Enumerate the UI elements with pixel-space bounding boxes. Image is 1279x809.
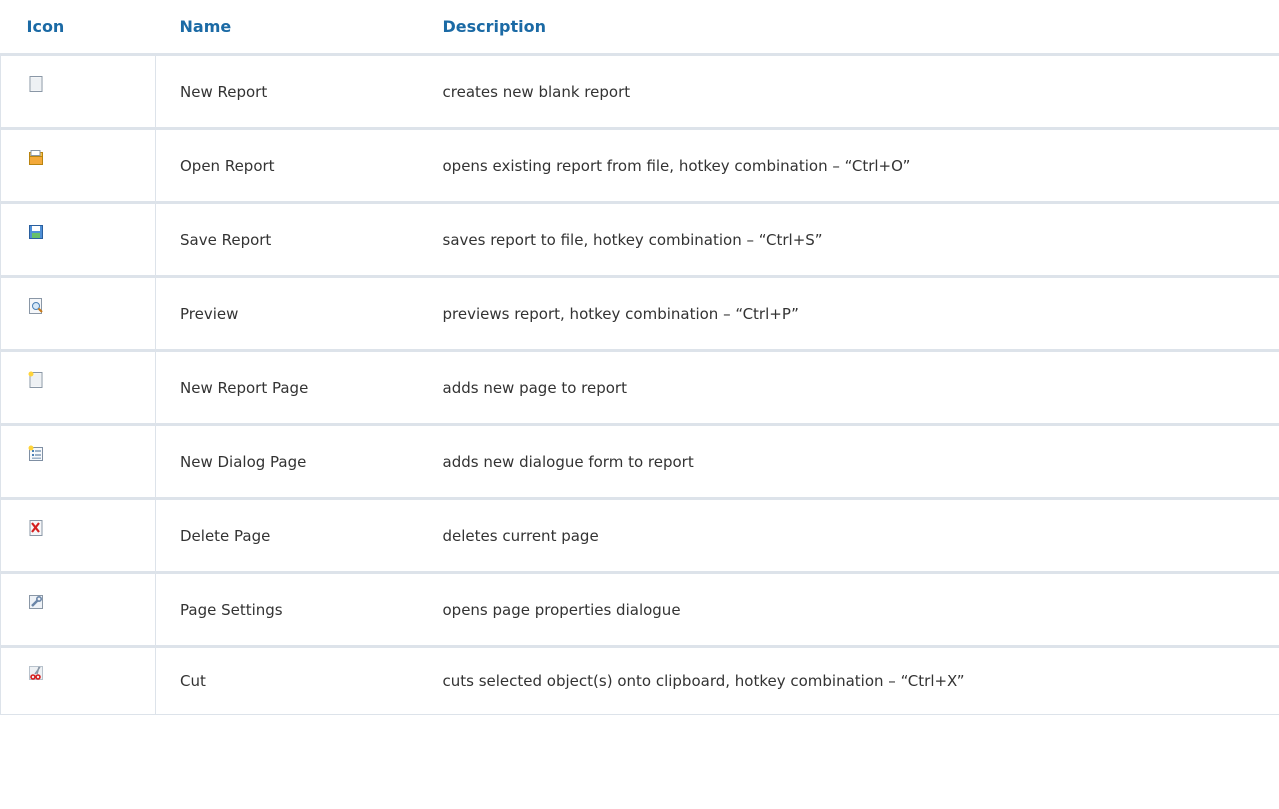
row-name: New Report Page (155, 350, 419, 426)
row-name: Page Settings (155, 572, 419, 648)
table-row: Open Report opens existing report from f… (0, 128, 1279, 204)
row-description: cuts selected object(s) onto clipboard, … (418, 646, 1279, 715)
row-description: opens page properties dialogue (418, 572, 1279, 648)
row-description: creates new blank report (418, 54, 1279, 130)
table-header-row: Icon Name Description (0, 0, 1279, 56)
row-description: deletes current page (418, 498, 1279, 574)
row-description: adds new page to report (418, 350, 1279, 426)
new-report-icon (27, 75, 45, 93)
delete-page-icon (27, 519, 45, 537)
row-name: Preview (155, 276, 419, 352)
table-row: Page Settings opens page properties dial… (0, 572, 1279, 648)
table-row: New Report creates new blank report (0, 54, 1279, 130)
page-settings-icon (27, 593, 45, 611)
row-name: Save Report (155, 202, 419, 278)
row-name: New Report (155, 54, 419, 130)
header-name: Name (155, 0, 419, 56)
row-description: previews report, hotkey combination – “C… (418, 276, 1279, 352)
row-description: opens existing report from file, hotkey … (418, 128, 1279, 204)
row-description: adds new dialogue form to report (418, 424, 1279, 500)
save-report-icon (27, 223, 45, 241)
new-dialog-page-icon (27, 445, 45, 463)
header-description: Description (418, 0, 1279, 56)
open-report-icon (27, 149, 45, 167)
table-row: Preview previews report, hotkey combinat… (0, 276, 1279, 352)
row-name: Delete Page (155, 498, 419, 574)
table-row: Save Report saves report to file, hotkey… (0, 202, 1279, 278)
new-report-page-icon (27, 371, 45, 389)
cut-icon (27, 664, 45, 682)
row-name: Open Report (155, 128, 419, 204)
table-row: Cut cuts selected object(s) onto clipboa… (0, 646, 1279, 715)
table-row: Delete Page deletes current page (0, 498, 1279, 574)
header-icon: Icon (0, 0, 156, 56)
preview-icon (27, 297, 45, 315)
table-row: New Report Page adds new page to report (0, 350, 1279, 426)
row-description: saves report to file, hotkey combination… (418, 202, 1279, 278)
row-name: Cut (155, 646, 419, 715)
table-row: New Dialog Page adds new dialogue form t… (0, 424, 1279, 500)
row-name: New Dialog Page (155, 424, 419, 500)
toolbar-commands-table: Icon Name Description New Report creates… (0, 0, 1279, 715)
